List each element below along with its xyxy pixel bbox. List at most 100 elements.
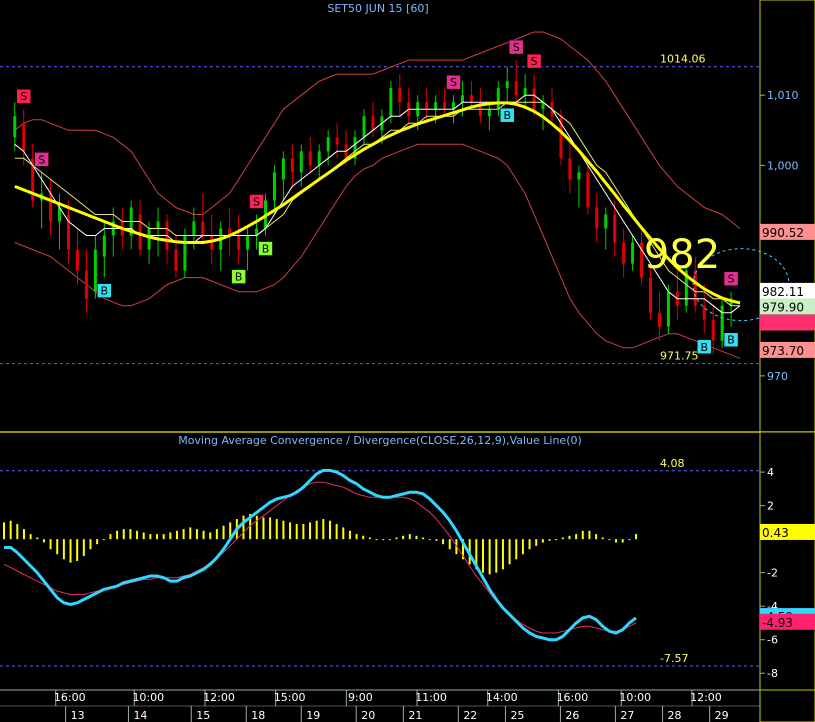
macd-histogram-bar: [269, 517, 272, 540]
time-label: 12:00: [203, 691, 235, 704]
macd-histogram-bar: [9, 520, 12, 540]
candle-body: [398, 88, 402, 103]
macd-histogram-bar: [16, 524, 19, 540]
macd-histogram-bar: [442, 539, 445, 545]
macd-histogram-bar: [615, 539, 618, 543]
candle-body: [568, 158, 572, 180]
macd-histogram-bar: [388, 539, 391, 541]
candle-body: [720, 305, 724, 341]
candle-body: [604, 214, 608, 229]
candle-body: [371, 116, 375, 131]
price-annotation: 982: [644, 232, 720, 278]
macd-histogram-bar: [275, 519, 278, 540]
candle-body: [192, 221, 196, 236]
macd-histogram-bar: [222, 525, 225, 540]
macd-histogram-bar: [528, 539, 531, 550]
candle-body: [362, 116, 366, 138]
signal-marker-label: S: [450, 76, 457, 89]
candle-body: [469, 95, 473, 103]
macd-histogram-bar: [328, 520, 331, 540]
macd-histogram-bar: [195, 529, 198, 540]
macd-histogram-bar: [575, 534, 578, 540]
signal-marker-label: S: [531, 55, 538, 68]
candle-body: [648, 277, 652, 313]
time-label: 16:00: [557, 691, 589, 704]
signal-marker-label: B: [235, 271, 243, 284]
date-label: 25: [510, 709, 524, 722]
signal-marker-label: B: [503, 109, 511, 122]
macd-histogram-bar: [3, 522, 5, 540]
macd-level-label: 4.08: [660, 457, 685, 470]
macd-histogram-bar: [635, 534, 637, 540]
macd-histogram-bar: [595, 534, 598, 540]
macd-histogram-bar: [488, 539, 491, 575]
macd-histogram-bar: [501, 539, 504, 570]
macd-histogram-bar: [335, 524, 338, 540]
signal-marker-label: B: [262, 243, 270, 256]
date-label: 15: [196, 709, 210, 722]
macd-histogram-bar: [36, 537, 39, 540]
macd-histogram-bar: [89, 539, 92, 550]
candle-body: [389, 88, 393, 117]
date-label: 18: [251, 709, 265, 722]
time-label: 9:00: [348, 691, 373, 704]
candle-body: [93, 249, 97, 292]
macd-histogram-bar: [422, 537, 425, 540]
price-tick-label: 1,010: [767, 89, 799, 102]
candle-body: [326, 137, 330, 152]
macd-histogram-bar: [428, 539, 431, 541]
candle-body: [657, 312, 661, 327]
macd-histogram-bar: [69, 539, 72, 563]
macd-histogram-bar: [262, 517, 265, 540]
macd-histogram-bar: [42, 539, 45, 543]
macd-histogram-bar: [82, 539, 85, 556]
macd-level-label: -7.57: [660, 652, 688, 665]
macd-tick-label: 2: [767, 500, 774, 513]
signal-marker-label: B: [727, 334, 735, 347]
macd-histogram-bar: [156, 534, 159, 540]
macd-tick-label: -6: [767, 634, 778, 647]
macd-histogram-bar: [62, 539, 65, 560]
candle-body: [631, 242, 635, 264]
price-tag-label: 982.11: [762, 285, 804, 299]
candle-body: [505, 81, 509, 89]
price-level-label: 971.75: [660, 350, 699, 363]
candle-body: [147, 228, 151, 250]
macd-histogram-bar: [56, 539, 59, 555]
macd-histogram-bar: [515, 539, 518, 560]
date-label: 29: [715, 709, 729, 722]
macd-histogram-bar: [521, 539, 524, 555]
macd-histogram-bar: [182, 529, 185, 540]
macd-histogram-bar: [415, 535, 418, 540]
candle-body: [174, 249, 178, 271]
macd-histogram-bar: [255, 515, 258, 540]
candle-body: [237, 235, 241, 250]
macd-histogram-bar: [368, 537, 371, 540]
price-tag-box: [760, 314, 815, 331]
macd-histogram-bar: [601, 537, 604, 540]
macd-histogram-bar: [136, 530, 139, 540]
macd-histogram-bar: [122, 529, 125, 540]
candle-body: [425, 102, 429, 110]
macd-histogram-bar: [322, 519, 325, 540]
macd-histogram-bar: [289, 522, 292, 540]
candle-body: [523, 88, 527, 96]
macd-histogram-bar: [628, 539, 631, 541]
macd-histogram-bar: [142, 532, 145, 540]
macd-histogram-bar: [408, 534, 411, 540]
candle-body: [487, 109, 491, 117]
macd-histogram-bar: [481, 539, 484, 573]
date-label: 14: [133, 709, 147, 722]
date-label: 20: [361, 709, 375, 722]
candle-body: [183, 235, 187, 271]
macd-histogram-bar: [382, 539, 385, 541]
macd-histogram-bar: [162, 534, 165, 540]
candle-body: [496, 88, 500, 110]
candle-body: [317, 151, 321, 166]
candle-body: [434, 102, 438, 110]
candle-body: [702, 305, 706, 320]
macd-histogram-bar: [621, 539, 624, 543]
macd-histogram-bar: [395, 537, 398, 540]
macd-histogram-bar: [209, 532, 212, 540]
macd-histogram-bar: [561, 537, 564, 540]
